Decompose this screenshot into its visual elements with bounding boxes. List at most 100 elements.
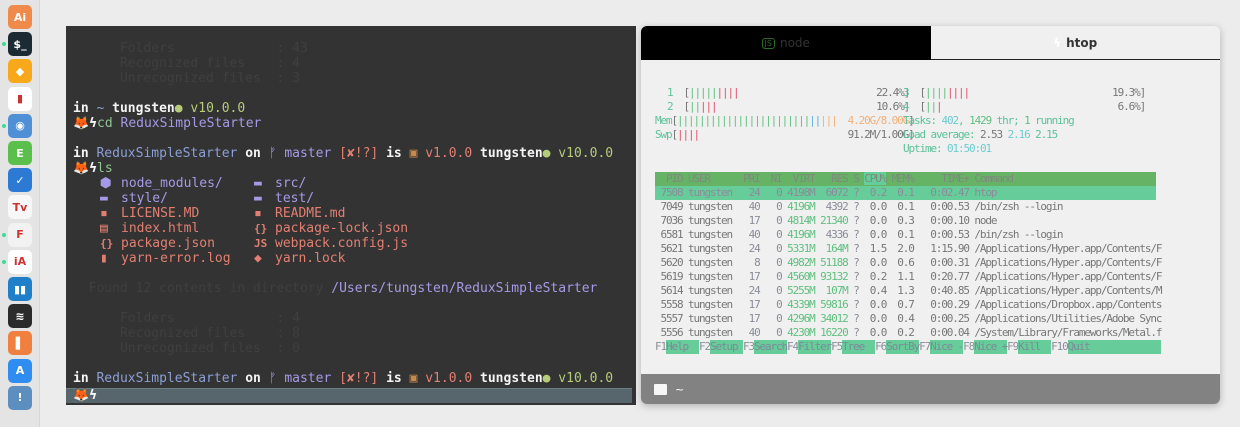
ls-entry[interactable]: ▬ style/ [100, 191, 168, 206]
dock-sketch-icon[interactable]: ◆ [8, 59, 32, 84]
fkey-f9-button[interactable]: Kill [1018, 340, 1052, 354]
ls-entry[interactable]: {} package-lock.json [254, 221, 408, 236]
process-row[interactable]: 5556 tungsten 40 0 4230M 16220 ? 0.0 0.2… [655, 326, 1163, 340]
terminal-text: master [284, 146, 340, 161]
meter: Swp[|||| 91.2M/1.00G] [655, 128, 915, 142]
column-header-user[interactable]: USER [688, 172, 738, 185]
dock-tweetbot-icon[interactable]: ◉ [8, 113, 32, 138]
fkey-f2-button[interactable]: Setup [710, 340, 744, 354]
tasks-info: Tasks: 402, 1429 thr; 1 running [903, 114, 1075, 128]
dock-ia-writer-icon[interactable]: iA [8, 249, 32, 274]
process-cell: 4230M [787, 326, 816, 339]
fkey-f1-button[interactable]: Help [666, 340, 700, 354]
process-row[interactable]: 7508 tungsten 24 0 4198M 6072 ? 0.2 0.1 … [655, 186, 1156, 200]
process-row[interactable]: 5621 tungsten 24 0 5331M 164M ? 1.5 2.0 … [655, 242, 1163, 256]
fkey-f10-button[interactable]: Quit [1067, 340, 1162, 354]
terminal-input-line[interactable]: 🦊ϟ [66, 388, 632, 403]
dock-scrivener-icon[interactable]: ▮ [8, 86, 32, 111]
dock-illustrator-icon[interactable]: Ai [8, 5, 32, 29]
dock-notebook-icon[interactable]: ▌ [8, 331, 32, 356]
dock-spotify-icon[interactable]: ≋ [8, 304, 32, 329]
ls-entry[interactable]: ▬ test/ [254, 191, 314, 206]
fkey-f4-button[interactable]: Filter [798, 340, 832, 354]
dock-things-icon[interactable]: ✓ [8, 168, 32, 193]
process-row[interactable]: 6581 tungsten 40 0 4196M 4336 ? 0.0 0.1 … [655, 228, 1156, 242]
terminal-line: Folders : 43 [73, 41, 308, 56]
column-header-cpu[interactable]: CPU% [864, 172, 887, 185]
terminal-text: [✘!?] [339, 146, 379, 161]
tab-label: node [779, 36, 810, 50]
column-header-pid[interactable]: PID [655, 172, 684, 185]
dock-evernote-icon[interactable]: E [8, 141, 32, 165]
dock-app-store-icon[interactable]: A [8, 358, 32, 383]
process-cell: tungsten [688, 242, 738, 255]
process-cell: 164M [820, 242, 849, 255]
ls-entry[interactable]: {} package.json [100, 236, 215, 251]
process-cell: 0.1 [891, 186, 915, 199]
terminal-text: ReduxSimpleStarter [120, 116, 262, 131]
ls-entry[interactable]: ▪ LICENSE.MD [100, 206, 199, 221]
terminal-left[interactable]: Folders : 43 Recognized files : 4 Unreco… [66, 26, 636, 405]
column-header-res[interactable]: RES [820, 172, 849, 185]
column-header-mem[interactable]: MEM% [892, 172, 915, 185]
tab-htop[interactable]: ϟ htop [930, 26, 1220, 60]
column-header-command[interactable]: Command [974, 172, 1014, 185]
fkey-f3: F3 [743, 340, 755, 353]
fkey-f8-button[interactable]: Nice + [974, 340, 1008, 354]
bracket: [ [672, 86, 691, 99]
process-cell: 17 [743, 298, 761, 311]
fkey-f4: F4 [787, 340, 799, 353]
process-cell: 0.2 [864, 186, 888, 199]
process-row[interactable]: 5620 tungsten 8 0 4982M 51188 ? 0.0 0.6 … [655, 256, 1163, 270]
terminal-text: [✘!?] [339, 371, 379, 386]
process-cell: 1.1 [891, 270, 915, 283]
fkey-f5-button[interactable]: Tree [842, 340, 876, 354]
terminal-line: Folders : 4 [73, 311, 300, 326]
ls-entry[interactable]: JS webpack.config.js [254, 236, 408, 251]
column-header-ni[interactable]: NI [765, 172, 783, 185]
process-cell: 5255M [787, 284, 816, 297]
ls-entry[interactable]: ▤ index.html [100, 221, 199, 236]
process-cell: 0 [765, 242, 783, 255]
dock-1password-icon[interactable]: ! [8, 385, 32, 410]
fkey-f3-button[interactable]: Search [754, 340, 788, 354]
meter-value: 4.20G/8.00G [847, 114, 910, 127]
process-row[interactable]: 7049 tungsten 40 0 4196M 4392 ? 0.0 0.1 … [655, 200, 1156, 214]
dock-iterm-icon[interactable]: $_ [8, 32, 32, 57]
process-cell: tungsten [688, 256, 738, 269]
process-cell: /Applications/Utilities/Adobe Sync [974, 312, 1162, 325]
ls-entry[interactable]: ◆ yarn.lock [254, 251, 345, 266]
terminal-text: Unrecognized files : 0 [73, 341, 300, 356]
file-type-icon: ▬ [254, 176, 262, 191]
dock-tv-forecast-icon[interactable]: Tv [8, 195, 32, 220]
tasks-label: Tasks: [903, 114, 942, 127]
process-cell: 4339M [787, 298, 816, 311]
process-row[interactable]: 5619 tungsten 17 0 4560M 93132 ? 0.2 1.1… [655, 270, 1163, 284]
process-row[interactable]: 5614 tungsten 24 0 5255M 107M ? 0.4 1.3 … [655, 284, 1163, 298]
ls-entry[interactable]: ▮ yarn-error.log [100, 251, 231, 266]
column-header-time[interactable]: TIME+ [919, 172, 970, 185]
terminal-text: is [378, 146, 410, 161]
ls-entry[interactable]: ⬢ node_modules/ [100, 176, 223, 191]
load-5: 2.16 [1007, 128, 1031, 141]
process-row[interactable]: 7036 tungsten 17 0 4814M 21340 ? 0.0 0.3… [655, 214, 1156, 228]
column-header-virt[interactable]: VIRT [787, 172, 816, 185]
file-type-icon: ▪ [100, 206, 108, 221]
terminal-text: v10.0.0 [550, 146, 614, 161]
meter-label: Mem [655, 114, 673, 127]
process-row[interactable]: 5557 tungsten 17 0 4296M 34012 ? 0.0 0.4… [655, 312, 1163, 326]
dock: Ai $_ ◆ ▮ ◉ E ✓ Tv FiA ▮▮ ≋ ▌ A! [0, 0, 40, 427]
column-header-pri[interactable]: PRI [743, 172, 761, 185]
dock-font-app-icon[interactable]: F [8, 222, 32, 247]
fkey-f6-button[interactable]: SortBy [886, 340, 920, 354]
tab-node[interactable]: JS node [641, 26, 931, 60]
ls-entry[interactable]: ▪ README.md [254, 206, 345, 221]
process-row[interactable]: 5558 tungsten 17 0 4339M 59816 ? 0.0 0.7… [655, 298, 1163, 312]
fkey-f7-button[interactable]: Nice - [930, 340, 964, 354]
ls-entry[interactable]: ▬ src/ [254, 176, 306, 191]
dock-trello-icon[interactable]: ▮▮ [8, 277, 32, 301]
load-label: Load average: [903, 128, 981, 141]
process-cell: 34012 [820, 312, 849, 325]
process-cell: 0.0 [864, 200, 888, 213]
process-cell: 0 [765, 214, 783, 227]
